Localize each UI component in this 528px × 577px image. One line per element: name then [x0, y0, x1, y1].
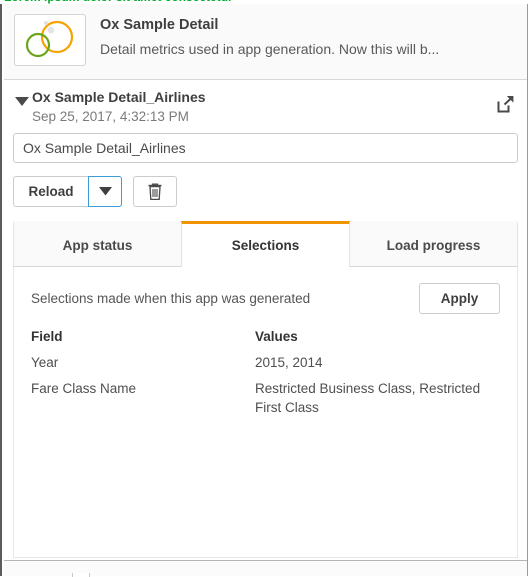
detail-tabs: App status Selections Load progress — [13, 221, 518, 267]
action-button-row: Reload — [4, 163, 527, 221]
selections-table-head: Field Values — [31, 329, 500, 353]
reload-button[interactable]: Reload — [13, 176, 89, 207]
cell-field: Year — [31, 355, 59, 370]
tab-label: Selections — [231, 238, 300, 253]
selections-table: Field Values Year 2015, 2014 Fare Class … — [31, 329, 500, 424]
two-overlapping-circles-icon — [25, 20, 74, 58]
selections-table-body: Year 2015, 2014 Fare Class Name Restrict… — [31, 353, 500, 424]
name-field-row — [4, 131, 527, 163]
app-header: Ox Sample Detail Detail metrics used in … — [4, 4, 527, 80]
generated-app-meta: Ox Sample Detail_Airlines Sep 25, 2017, … — [32, 88, 493, 125]
table-row: Fare Class Name Restricted Business Clas… — [31, 379, 500, 424]
generated-app-name: Ox Sample Detail_Airlines — [32, 89, 206, 105]
app-title: Ox Sample Detail — [100, 17, 219, 33]
tab-label: Load progress — [386, 238, 481, 253]
app-name-input[interactable] — [13, 133, 518, 163]
column-header-values: Values — [255, 329, 298, 344]
app-detail-window: Ox Sample Detail Detail metrics used in … — [0, 4, 528, 577]
table-header-row: Field Values — [31, 329, 500, 353]
delete-button[interactable] — [133, 176, 177, 207]
expand-collapse-toggle[interactable] — [12, 88, 32, 107]
app-description: Detail metrics used in app generation. N… — [100, 41, 440, 57]
selections-header: Selections made when this app was genera… — [31, 283, 500, 314]
selections-tab-panel: Selections made when this app was genera… — [13, 267, 518, 558]
selections-note: Selections made when this app was genera… — [31, 291, 311, 306]
cell-values: Restricted Business Class, Restricted Fi… — [255, 381, 481, 415]
open-app-button[interactable] — [493, 92, 517, 116]
generated-app-row: Ox Sample Detail_Airlines Sep 25, 2017, … — [4, 80, 527, 131]
table-row: Year 2015, 2014 — [31, 353, 500, 379]
app-detail-panel: Ox Sample Detail Detail metrics used in … — [4, 4, 527, 560]
tab-selections[interactable]: Selections — [181, 221, 350, 267]
apply-button[interactable]: Apply — [419, 283, 500, 314]
bottom-status-strip — [4, 560, 527, 577]
column-header-field: Field — [31, 329, 63, 344]
reload-options-button[interactable] — [88, 176, 122, 207]
cell-values: 2015, 2014 — [255, 355, 323, 370]
app-thumbnail[interactable] — [14, 14, 86, 66]
tab-load-progress[interactable]: Load progress — [349, 221, 518, 266]
caret-down-icon — [98, 187, 112, 196]
app-meta: Ox Sample Detail Detail metrics used in … — [100, 14, 517, 59]
tab-label: App status — [62, 238, 133, 253]
bottom-notch — [72, 573, 90, 577]
reload-button-group: Reload — [13, 176, 122, 207]
cell-field: Fare Class Name — [31, 381, 137, 396]
tab-app-status[interactable]: App status — [13, 221, 182, 266]
generated-app-timestamp: Sep 25, 2017, 4:32:13 PM — [32, 109, 189, 124]
trash-icon — [148, 183, 162, 200]
triangle-down-icon — [15, 97, 29, 106]
open-external-icon — [497, 95, 513, 112]
